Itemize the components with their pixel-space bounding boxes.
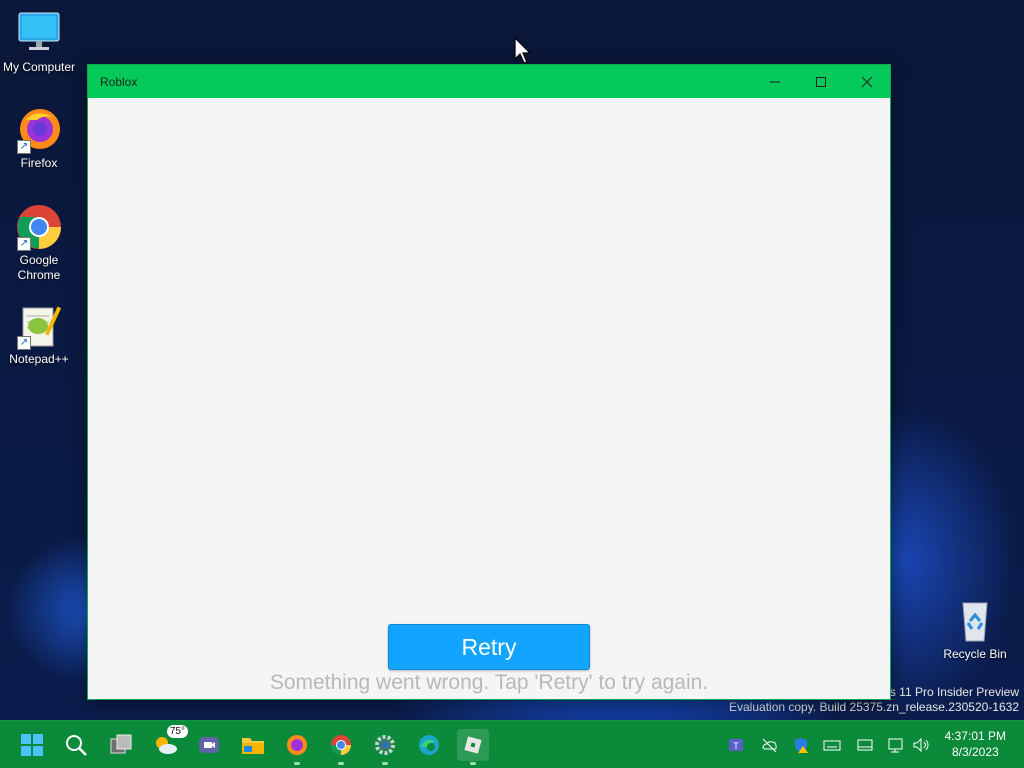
- search-icon: [66, 735, 87, 756]
- system-clock[interactable]: 4:37:01 PM 8/3/2023: [945, 728, 1006, 760]
- desktop-icon-my-computer[interactable]: My Computer: [1, 10, 77, 75]
- edge-icon: [419, 735, 439, 755]
- weather-temperature-badge: 75°: [166, 725, 188, 738]
- task-view-icon: [110, 734, 132, 754]
- windows-start-icon: [21, 734, 43, 756]
- shortcut-arrow-icon: ↗: [17, 336, 31, 350]
- teams-chat-button[interactable]: [193, 729, 225, 761]
- svg-text:T: T: [733, 741, 739, 751]
- minimize-button[interactable]: [752, 65, 798, 98]
- desktop-icon-label: Firefox: [20, 156, 58, 170]
- taskbar-settings-button[interactable]: [369, 729, 401, 765]
- desktop-icon-firefox[interactable]: ↗ Firefox: [1, 106, 77, 171]
- shortcut-arrow-icon: ↗: [17, 237, 31, 251]
- volume-icon[interactable]: [911, 735, 931, 755]
- firefox-icon: ↗: [15, 106, 63, 154]
- taskbar: 75° T 4:37:01 PM 8/3/2023: [0, 720, 1024, 768]
- onedrive-icon[interactable]: [759, 735, 779, 755]
- video-chat-icon: [199, 737, 219, 753]
- running-indicator: [470, 762, 476, 765]
- taskbar-firefox-button[interactable]: [281, 729, 313, 765]
- shortcut-arrow-icon: ↗: [17, 140, 31, 154]
- window-content: Retry Something went wrong. Tap 'Retry' …: [88, 98, 890, 699]
- keyboard-icon[interactable]: [822, 735, 842, 755]
- roblox-icon: [464, 736, 482, 754]
- running-indicator: [382, 762, 388, 765]
- notepad-plus-plus-icon: ↗: [15, 302, 63, 350]
- running-indicator: [294, 762, 300, 765]
- desktop-icon-label: Google Chrome: [17, 253, 61, 282]
- teams-tray-icon[interactable]: T: [726, 735, 746, 755]
- desktop-icon-google-chrome[interactable]: ↗ Google Chrome: [1, 203, 77, 283]
- taskbar-chrome-button[interactable]: [325, 729, 357, 765]
- folder-icon: [242, 738, 264, 754]
- widgets-button[interactable]: 75°: [150, 725, 188, 761]
- error-message: Something went wrong. Tap 'Retry' to try…: [269, 671, 709, 694]
- running-indicator: [338, 762, 344, 765]
- gear-icon: [375, 735, 395, 755]
- close-icon: [861, 76, 873, 87]
- clock-time: 4:37:01 PM: [944, 729, 1006, 743]
- taskbar-edge-button[interactable]: [413, 729, 445, 761]
- watermark-line-2: Evaluation copy. Build 25375.zn_release.…: [729, 700, 1019, 714]
- taskbar-roblox-button[interactable]: [457, 729, 489, 765]
- close-button[interactable]: [844, 65, 890, 98]
- chrome-icon: [331, 735, 351, 755]
- maximize-icon: [816, 76, 826, 87]
- desktop-icon-label: Recycle Bin: [943, 647, 1007, 661]
- roblox-window: Roblox Retry Something went wrong. Tap '…: [87, 64, 891, 700]
- desktop-icon-recycle-bin[interactable]: Recycle Bin: [937, 597, 1013, 662]
- start-button[interactable]: [16, 729, 48, 761]
- window-titlebar[interactable]: Roblox: [88, 65, 890, 98]
- desktop-icon-label: My Computer: [2, 60, 76, 74]
- desktop-icon-label: Notepad++: [9, 352, 69, 366]
- chrome-icon: ↗: [15, 203, 63, 251]
- retry-button[interactable]: Retry: [388, 624, 590, 670]
- firefox-icon: [287, 735, 307, 755]
- network-icon[interactable]: [886, 735, 906, 755]
- clock-date: 8/3/2023: [951, 745, 999, 759]
- task-view-button[interactable]: [105, 729, 137, 761]
- security-warning-icon[interactable]: [791, 735, 811, 755]
- display-icon[interactable]: [855, 735, 875, 755]
- maximize-button[interactable]: [798, 65, 844, 98]
- window-title: Roblox: [100, 74, 138, 89]
- minimize-icon: [770, 81, 780, 82]
- monitor-icon: [15, 10, 63, 58]
- recycle-bin-icon: [951, 597, 999, 645]
- search-button[interactable]: [60, 729, 92, 761]
- desktop-icon-notepad-plus-plus[interactable]: ↗ Notepad++: [1, 302, 77, 367]
- file-explorer-button[interactable]: [237, 729, 269, 761]
